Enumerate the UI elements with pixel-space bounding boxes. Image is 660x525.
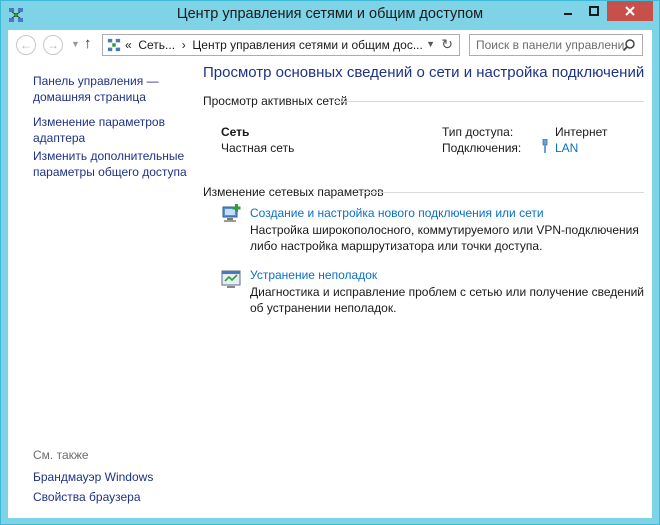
- sidebar-link-firewall[interactable]: Брандмауэр Windows: [33, 469, 153, 485]
- search-icon[interactable]: [622, 38, 636, 52]
- access-type-value: Интернет: [555, 125, 608, 139]
- search-box[interactable]: [469, 34, 643, 56]
- window-controls: [555, 1, 653, 21]
- troubleshoot-icon: [221, 270, 241, 288]
- recent-pages-button[interactable]: ▼: [71, 39, 80, 49]
- sidebar-link-change-adapter[interactable]: Изменение параметров адаптера: [33, 114, 183, 146]
- address-dropdown-icon[interactable]: ▼: [426, 39, 435, 49]
- maximize-icon: [589, 6, 599, 16]
- up-arrow-icon: ↑: [84, 35, 92, 52]
- sidebar-link-browser-properties[interactable]: Свойства браузера: [33, 489, 141, 505]
- back-arrow-icon: ←: [20, 38, 32, 52]
- chevron-down-icon: ▼: [71, 39, 80, 49]
- navigation-bar: ← → ▼ ↑ « Сеть... › Центр управления сет…: [8, 30, 652, 60]
- breadcrumb-separator[interactable]: ›: [182, 38, 186, 52]
- ethernet-icon: [542, 139, 548, 153]
- refresh-icon[interactable]: ↻: [441, 36, 453, 53]
- up-button[interactable]: ↑: [84, 35, 92, 52]
- network-name: Сеть: [221, 125, 250, 139]
- breadcrumb-overflow[interactable]: «: [125, 38, 132, 52]
- window: Центр управления сетями и общим доступом…: [0, 0, 660, 525]
- setup-new-connection-link[interactable]: Создание и настройка нового подключения …: [250, 206, 544, 220]
- network-type: Частная сеть: [221, 141, 295, 155]
- breadcrumb: « Сеть... › Центр управления сетями и об…: [125, 38, 423, 52]
- forward-arrow-icon: →: [47, 38, 59, 52]
- setup-new-connection-description: Настройка широкополосного, коммутируемог…: [250, 223, 639, 253]
- title-bar[interactable]: Центр управления сетями и общим доступом: [1, 1, 659, 30]
- close-icon: [625, 6, 635, 16]
- close-button[interactable]: [607, 1, 653, 21]
- forward-button[interactable]: →: [43, 35, 63, 55]
- minimize-icon: [564, 13, 572, 15]
- change-settings-header: Изменение сетевых параметров: [203, 185, 384, 199]
- connection-lan-link[interactable]: LAN: [555, 141, 578, 155]
- sidebar-link-advanced-sharing[interactable]: Изменить дополнительные параметры общего…: [33, 148, 193, 180]
- new-connection-icon: [222, 204, 241, 222]
- troubleshoot-description: Диагностика и исправление проблем с сеть…: [250, 285, 645, 315]
- section-divider: [334, 101, 644, 102]
- sidebar-link-home[interactable]: Панель управления — домашняя страница: [33, 73, 183, 105]
- search-input[interactable]: [470, 35, 624, 55]
- troubleshoot-link[interactable]: Устранение неполадок: [250, 268, 377, 282]
- access-type-label: Тип доступа:: [442, 125, 514, 139]
- section-divider: [362, 192, 644, 193]
- client-area: ← → ▼ ↑ « Сеть... › Центр управления сет…: [8, 30, 652, 518]
- breadcrumb-item-current[interactable]: Центр управления сетями и общим дос...: [192, 38, 422, 52]
- address-bar[interactable]: « Сеть... › Центр управления сетями и об…: [102, 34, 460, 56]
- breadcrumb-item-network[interactable]: Сеть...: [138, 38, 175, 52]
- network-center-small-icon: [107, 38, 121, 52]
- active-networks-header: Просмотр активных сетей: [203, 94, 348, 108]
- back-button[interactable]: ←: [16, 35, 36, 55]
- minimize-button[interactable]: [555, 1, 581, 21]
- page-title: Просмотр основных сведений о сети и наст…: [203, 64, 645, 81]
- see-also-title: См. также: [33, 448, 89, 462]
- connections-label: Подключения:: [442, 141, 522, 155]
- maximize-button[interactable]: [581, 1, 607, 21]
